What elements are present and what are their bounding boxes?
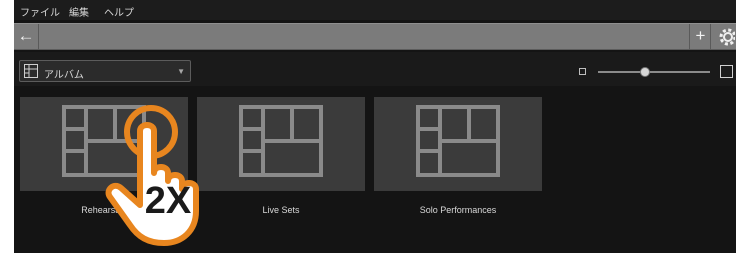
nav-divider — [689, 24, 690, 50]
album-tile[interactable]: Rehearsals — [20, 97, 188, 215]
album-grid-icon — [24, 64, 38, 78]
zoom-slider[interactable] — [598, 71, 710, 73]
nav-divider — [710, 24, 711, 50]
album-title: Rehearsals — [81, 205, 127, 215]
album-collage-icon — [62, 105, 146, 177]
app-window: ファイル 編集 ヘルプ ← + アルバム ▼ Rehearsals Live S… — [14, 0, 736, 253]
menu-bar: ファイル 編集 ヘルプ — [14, 0, 736, 20]
menu-file[interactable]: ファイル — [20, 4, 60, 19]
album-tile[interactable]: Live Sets — [197, 97, 365, 215]
album-selector-value: アルバム — [44, 70, 84, 81]
zoom-small-icon[interactable] — [579, 68, 586, 75]
gear-icon[interactable] — [715, 26, 736, 48]
nav-divider — [38, 24, 39, 50]
zoom-large-icon[interactable] — [720, 65, 733, 78]
plus-icon[interactable]: + — [693, 26, 708, 46]
menu-edit[interactable]: 編集 — [69, 4, 89, 19]
album-collage-icon — [416, 105, 500, 177]
album-selector[interactable]: アルバム ▼ — [19, 60, 191, 82]
toolbar: アルバム ▼ — [14, 52, 736, 86]
album-title: Solo Performances — [419, 205, 497, 215]
chevron-down-icon: ▼ — [177, 67, 185, 76]
menu-help[interactable]: ヘルプ — [104, 4, 134, 19]
nav-bar: ← + — [14, 23, 736, 50]
album-grid: Rehearsals Live Sets Solo Performances — [14, 86, 736, 253]
zoom-slider-thumb[interactable] — [640, 67, 650, 77]
back-arrow-icon[interactable]: ← — [17, 26, 35, 46]
album-collage-icon — [239, 105, 323, 177]
album-title: Live Sets — [262, 205, 300, 215]
album-tile[interactable]: Solo Performances — [374, 97, 542, 215]
